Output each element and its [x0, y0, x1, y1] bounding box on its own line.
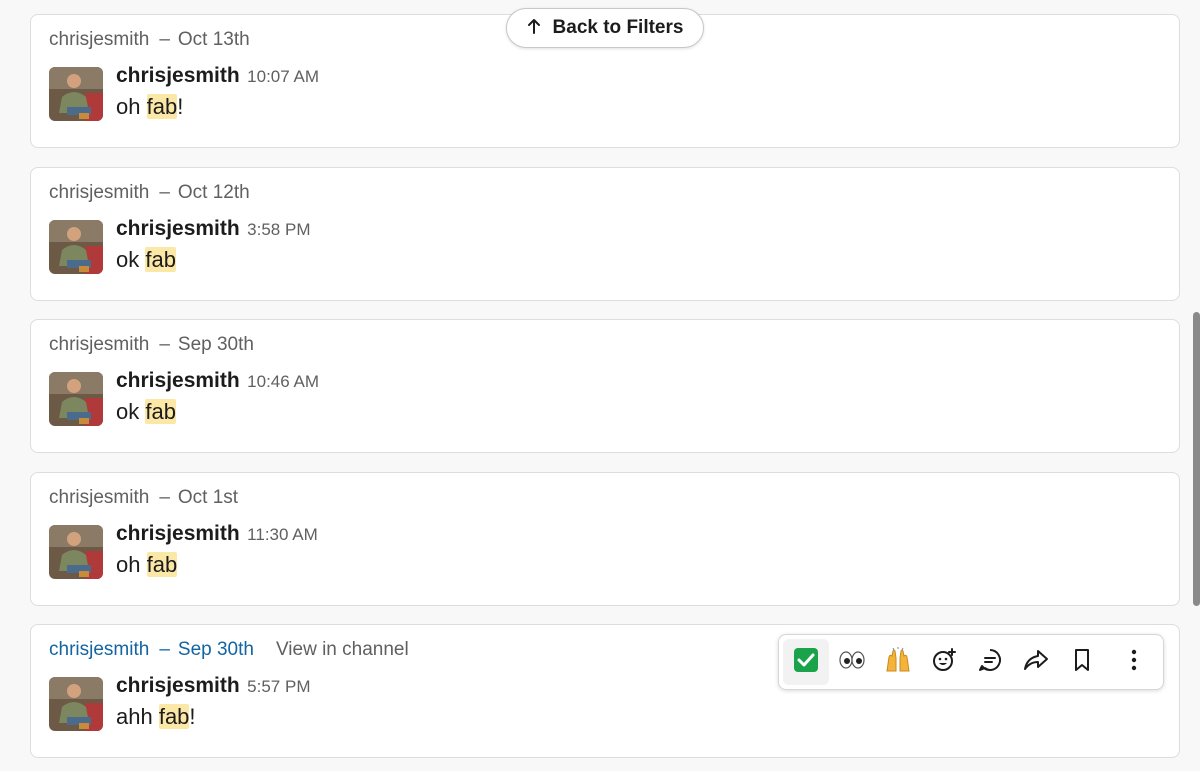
message-text-pre: ok — [116, 247, 146, 272]
header-username[interactable]: chrisjesmith — [49, 639, 149, 660]
header-separator: – — [159, 487, 170, 508]
scrollbar-thumb[interactable] — [1193, 312, 1200, 606]
message-card-header: chrisjesmith – Sep 30th — [49, 334, 254, 356]
header-date[interactable]: Oct 12th — [178, 182, 250, 203]
message-card-header: chrisjesmith – Oct 12th — [49, 182, 250, 204]
add-reaction-button[interactable] — [921, 639, 967, 685]
message-author-line: chrisjesmith 11:30 AM — [116, 522, 318, 546]
message-card-header: chrisjesmith – Oct 1st — [49, 487, 238, 509]
reply-in-thread-button[interactable] — [967, 639, 1013, 685]
avatar[interactable] — [49, 372, 103, 426]
message-author[interactable]: chrisjesmith — [116, 369, 240, 392]
header-separator: – — [159, 639, 170, 660]
message-author[interactable]: chrisjesmith — [116, 522, 240, 545]
message-card[interactable]: chrisjesmith – Sep 30th chrisjesmith 10:46… — [30, 319, 1180, 453]
message-text-pre: oh — [116, 552, 147, 577]
message-card[interactable]: chrisjesmith – Oct 1st chrisjesmith 11:30 … — [30, 472, 1180, 606]
reply-in-thread-icon — [977, 647, 1003, 678]
header-username[interactable]: chrisjesmith — [49, 182, 149, 203]
message-card-header: chrisjesmith – Oct 13th — [49, 29, 250, 51]
message-timestamp[interactable]: 10:46 AM — [247, 372, 319, 391]
search-match-highlight: fab — [145, 399, 176, 424]
view-in-channel-link[interactable]: View in channel — [276, 639, 409, 660]
back-to-filters-label: Back to Filters — [552, 17, 684, 38]
react-check-mark-button[interactable] — [783, 639, 829, 685]
message-author[interactable]: chrisjesmith — [116, 64, 240, 87]
message-text: oh fab! — [116, 94, 183, 120]
message-text-pre: ahh — [116, 704, 159, 729]
header-username[interactable]: chrisjesmith — [49, 487, 149, 508]
more-actions-button[interactable] — [1111, 639, 1157, 685]
message-text: ahh fab! — [116, 704, 196, 730]
message-text: ok fab — [116, 399, 176, 425]
message-text-pre: oh — [116, 94, 147, 119]
message-text: oh fab — [116, 552, 178, 578]
message-author[interactable]: chrisjesmith — [116, 217, 240, 240]
message-timestamp[interactable]: 11:30 AM — [247, 525, 318, 544]
search-match-highlight: fab — [145, 247, 176, 272]
react-eyes-button[interactable] — [829, 639, 875, 685]
message-author-line: chrisjesmith 3:58 PM — [116, 217, 310, 241]
header-date[interactable]: Sep 30th — [178, 334, 254, 355]
header-separator: – — [159, 334, 170, 355]
message-text: ok fab — [116, 247, 176, 273]
header-separator: – — [159, 29, 170, 50]
header-date[interactable]: Oct 1st — [178, 487, 238, 508]
raised-hands-emoji-icon — [884, 646, 912, 678]
message-author-line: chrisjesmith 10:07 AM — [116, 64, 319, 88]
eyes-emoji-icon — [838, 650, 866, 675]
message-actions-toolbar — [778, 634, 1164, 690]
message-text-post: ! — [177, 94, 184, 119]
avatar[interactable] — [49, 67, 103, 121]
react-raised-hands-button[interactable] — [875, 639, 921, 685]
search-match-highlight: fab — [146, 94, 178, 119]
check-mark-emoji-icon — [793, 647, 819, 678]
share-arrow-icon — [1023, 649, 1049, 676]
avatar[interactable] — [49, 525, 103, 579]
message-author-line: chrisjesmith 5:57 PM — [116, 674, 310, 698]
message-card-header: chrisjesmith – Sep 30th View in channel — [49, 639, 409, 661]
header-separator: – — [159, 182, 170, 203]
add-reaction-icon — [931, 647, 957, 678]
header-date[interactable]: Oct 13th — [178, 29, 250, 50]
message-author-line: chrisjesmith 10:46 AM — [116, 369, 319, 393]
search-match-highlight: fab — [158, 704, 190, 729]
arrow-up-icon — [527, 18, 541, 39]
share-message-button[interactable] — [1013, 639, 1059, 685]
message-text-post: ! — [189, 704, 196, 729]
message-timestamp[interactable]: 3:58 PM — [247, 220, 310, 239]
message-card[interactable]: chrisjesmith – Oct 12th chrisjesmith 3:58 … — [30, 167, 1180, 301]
message-text-pre: ok — [116, 399, 146, 424]
back-to-filters-button[interactable]: Back to Filters — [506, 8, 704, 48]
message-timestamp[interactable]: 5:57 PM — [247, 677, 310, 696]
search-match-highlight: fab — [146, 552, 178, 577]
message-author[interactable]: chrisjesmith — [116, 674, 240, 697]
avatar[interactable] — [49, 677, 103, 731]
avatar[interactable] — [49, 220, 103, 274]
message-timestamp[interactable]: 10:07 AM — [247, 67, 319, 86]
header-date[interactable]: Sep 30th — [178, 639, 254, 660]
header-username[interactable]: chrisjesmith — [49, 334, 149, 355]
more-actions-icon — [1130, 648, 1138, 677]
save-for-later-button[interactable] — [1059, 639, 1105, 685]
bookmark-icon — [1073, 648, 1091, 677]
header-username[interactable]: chrisjesmith — [49, 29, 149, 50]
